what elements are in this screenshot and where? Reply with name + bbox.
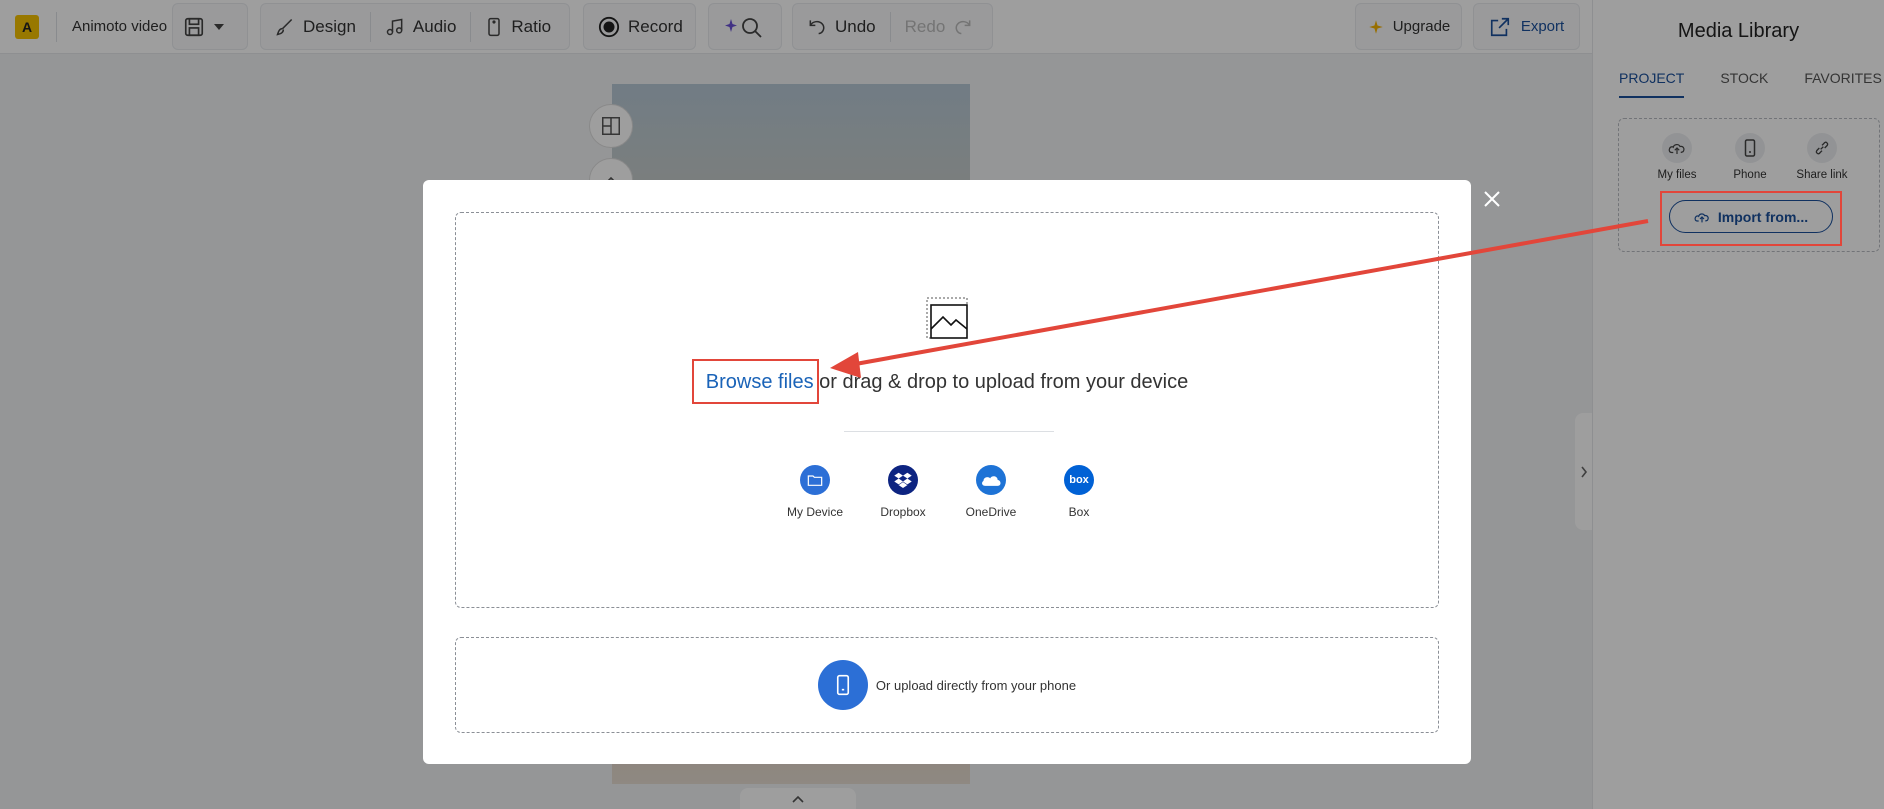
- annotation-arrow: [830, 219, 1649, 378]
